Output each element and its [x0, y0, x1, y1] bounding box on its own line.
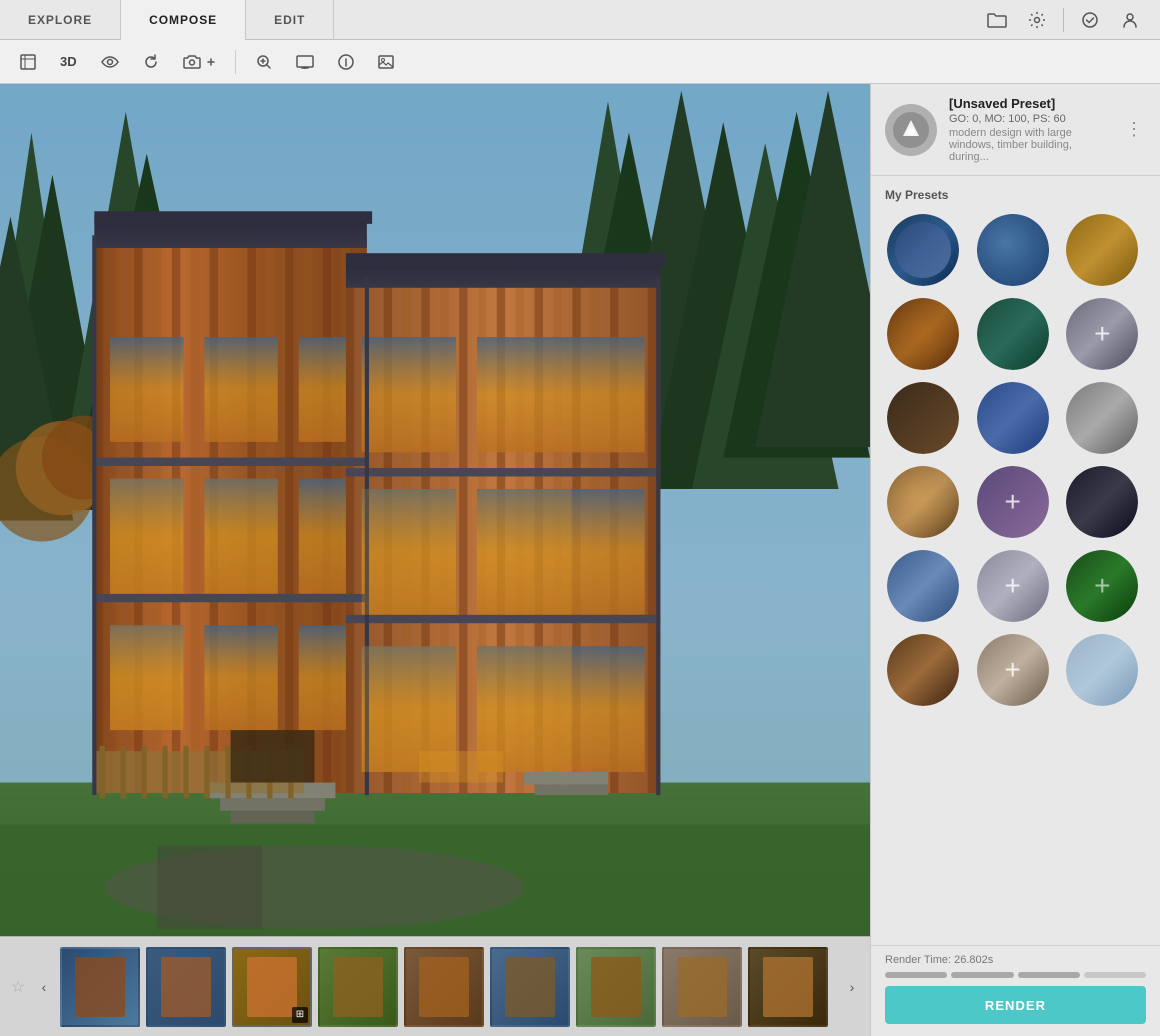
toolbar: 3D — [0, 40, 1160, 84]
main-content: ☆ ‹ ⊞ — [0, 84, 1160, 1036]
thumbnail-8[interactable] — [662, 947, 742, 1027]
preset-item-10[interactable] — [885, 464, 961, 540]
preset-item-15[interactable]: + — [1064, 548, 1140, 624]
progress-bar-3 — [1018, 972, 1080, 978]
nav-tab-explore[interactable]: EXPLORE — [0, 0, 121, 40]
preset-item-9[interactable] — [1064, 380, 1140, 456]
camera-btn[interactable] — [175, 46, 223, 78]
nav-tab-compose[interactable]: COMPOSE — [121, 0, 246, 40]
info-btn[interactable] — [330, 46, 362, 78]
preset-item-17[interactable]: + — [975, 632, 1051, 708]
preset-item-1[interactable] — [885, 212, 961, 288]
top-navigation: EXPLORE COMPOSE EDIT — [0, 0, 1160, 40]
preset-item-2[interactable] — [975, 212, 1051, 288]
thumbnail-strip: ☆ ‹ ⊞ — [0, 936, 870, 1036]
presets-section: My Presets — [871, 176, 1160, 945]
frame-toggle-btn[interactable] — [12, 46, 44, 78]
thumbnail-badge: ⊞ — [292, 1007, 308, 1023]
zoom-btn[interactable] — [248, 46, 280, 78]
render-button[interactable]: RENDER — [885, 986, 1146, 1024]
monitor-btn[interactable] — [288, 46, 322, 78]
thumbnail-6[interactable] — [490, 947, 570, 1027]
canvas-area: ☆ ‹ ⊞ — [0, 84, 870, 1036]
preset-description: modern design with large windows, timber… — [949, 127, 1110, 163]
preset-meta: GO: 0, MO: 100, PS: 60 — [949, 113, 1110, 125]
building-image — [0, 84, 870, 936]
thumbnail-4[interactable] — [318, 947, 398, 1027]
progress-bar-4 — [1084, 972, 1146, 978]
preset-title: [Unsaved Preset] — [949, 96, 1110, 111]
thumbnail-9[interactable] — [748, 947, 828, 1027]
preset-info: [Unsaved Preset] GO: 0, MO: 100, PS: 60 … — [949, 96, 1110, 163]
settings-icon[interactable] — [1023, 6, 1051, 34]
folder-icon[interactable] — [983, 6, 1011, 34]
preset-item-3[interactable] — [1064, 212, 1140, 288]
preset-header: [Unsaved Preset] GO: 0, MO: 100, PS: 60 … — [871, 84, 1160, 176]
thumbnail-1[interactable] — [60, 947, 140, 1027]
user-icon[interactable] — [1116, 6, 1144, 34]
progress-bar-2 — [951, 972, 1013, 978]
view-3d-btn[interactable]: 3D — [52, 46, 85, 78]
prev-thumbnail-btn[interactable]: ‹ — [34, 977, 54, 997]
preset-item-5[interactable] — [975, 296, 1051, 372]
preset-item-16[interactable] — [885, 632, 961, 708]
nav-tab-edit[interactable]: EDIT — [246, 0, 334, 40]
thumbnail-5[interactable] — [404, 947, 484, 1027]
presets-grid: + — [885, 212, 1146, 708]
thumbnail-3[interactable]: ⊞ — [232, 947, 312, 1027]
preset-item-7[interactable] — [885, 380, 961, 456]
refresh-btn[interactable] — [135, 46, 167, 78]
preset-item-4[interactable] — [885, 296, 961, 372]
preset-item-13[interactable] — [885, 548, 961, 624]
favorite-icon[interactable]: ☆ — [8, 977, 28, 997]
next-thumbnail-btn[interactable]: › — [842, 977, 862, 997]
image-gallery-btn[interactable] — [370, 46, 402, 78]
thumbnail-7[interactable] — [576, 947, 656, 1027]
preset-item-8[interactable] — [975, 380, 1051, 456]
preset-avatar — [885, 104, 937, 156]
right-panel: [Unsaved Preset] GO: 0, MO: 100, PS: 60 … — [870, 84, 1160, 1036]
eye-btn[interactable] — [93, 46, 127, 78]
thumbnail-2[interactable] — [146, 947, 226, 1027]
preset-item-11[interactable]: + — [975, 464, 1051, 540]
render-panel: Render Time: 26.802s RENDER — [871, 945, 1160, 1036]
my-presets-label: My Presets — [885, 188, 1146, 202]
progress-bar-1 — [885, 972, 947, 978]
canvas-viewport[interactable] — [0, 84, 870, 936]
nav-divider — [1063, 8, 1064, 32]
preset-item-18[interactable] — [1064, 632, 1140, 708]
render-time: Render Time: 26.802s — [885, 954, 1146, 966]
render-progress-bars — [885, 972, 1146, 978]
toolbar-separator-1 — [235, 50, 236, 74]
preset-item-6[interactable]: + — [1064, 296, 1140, 372]
preset-item-14[interactable]: + — [975, 548, 1051, 624]
preset-item-12[interactable] — [1064, 464, 1140, 540]
nav-right-icons — [983, 6, 1160, 34]
preset-more-btn[interactable]: ⋮ — [1122, 118, 1146, 142]
check-icon[interactable] — [1076, 6, 1104, 34]
